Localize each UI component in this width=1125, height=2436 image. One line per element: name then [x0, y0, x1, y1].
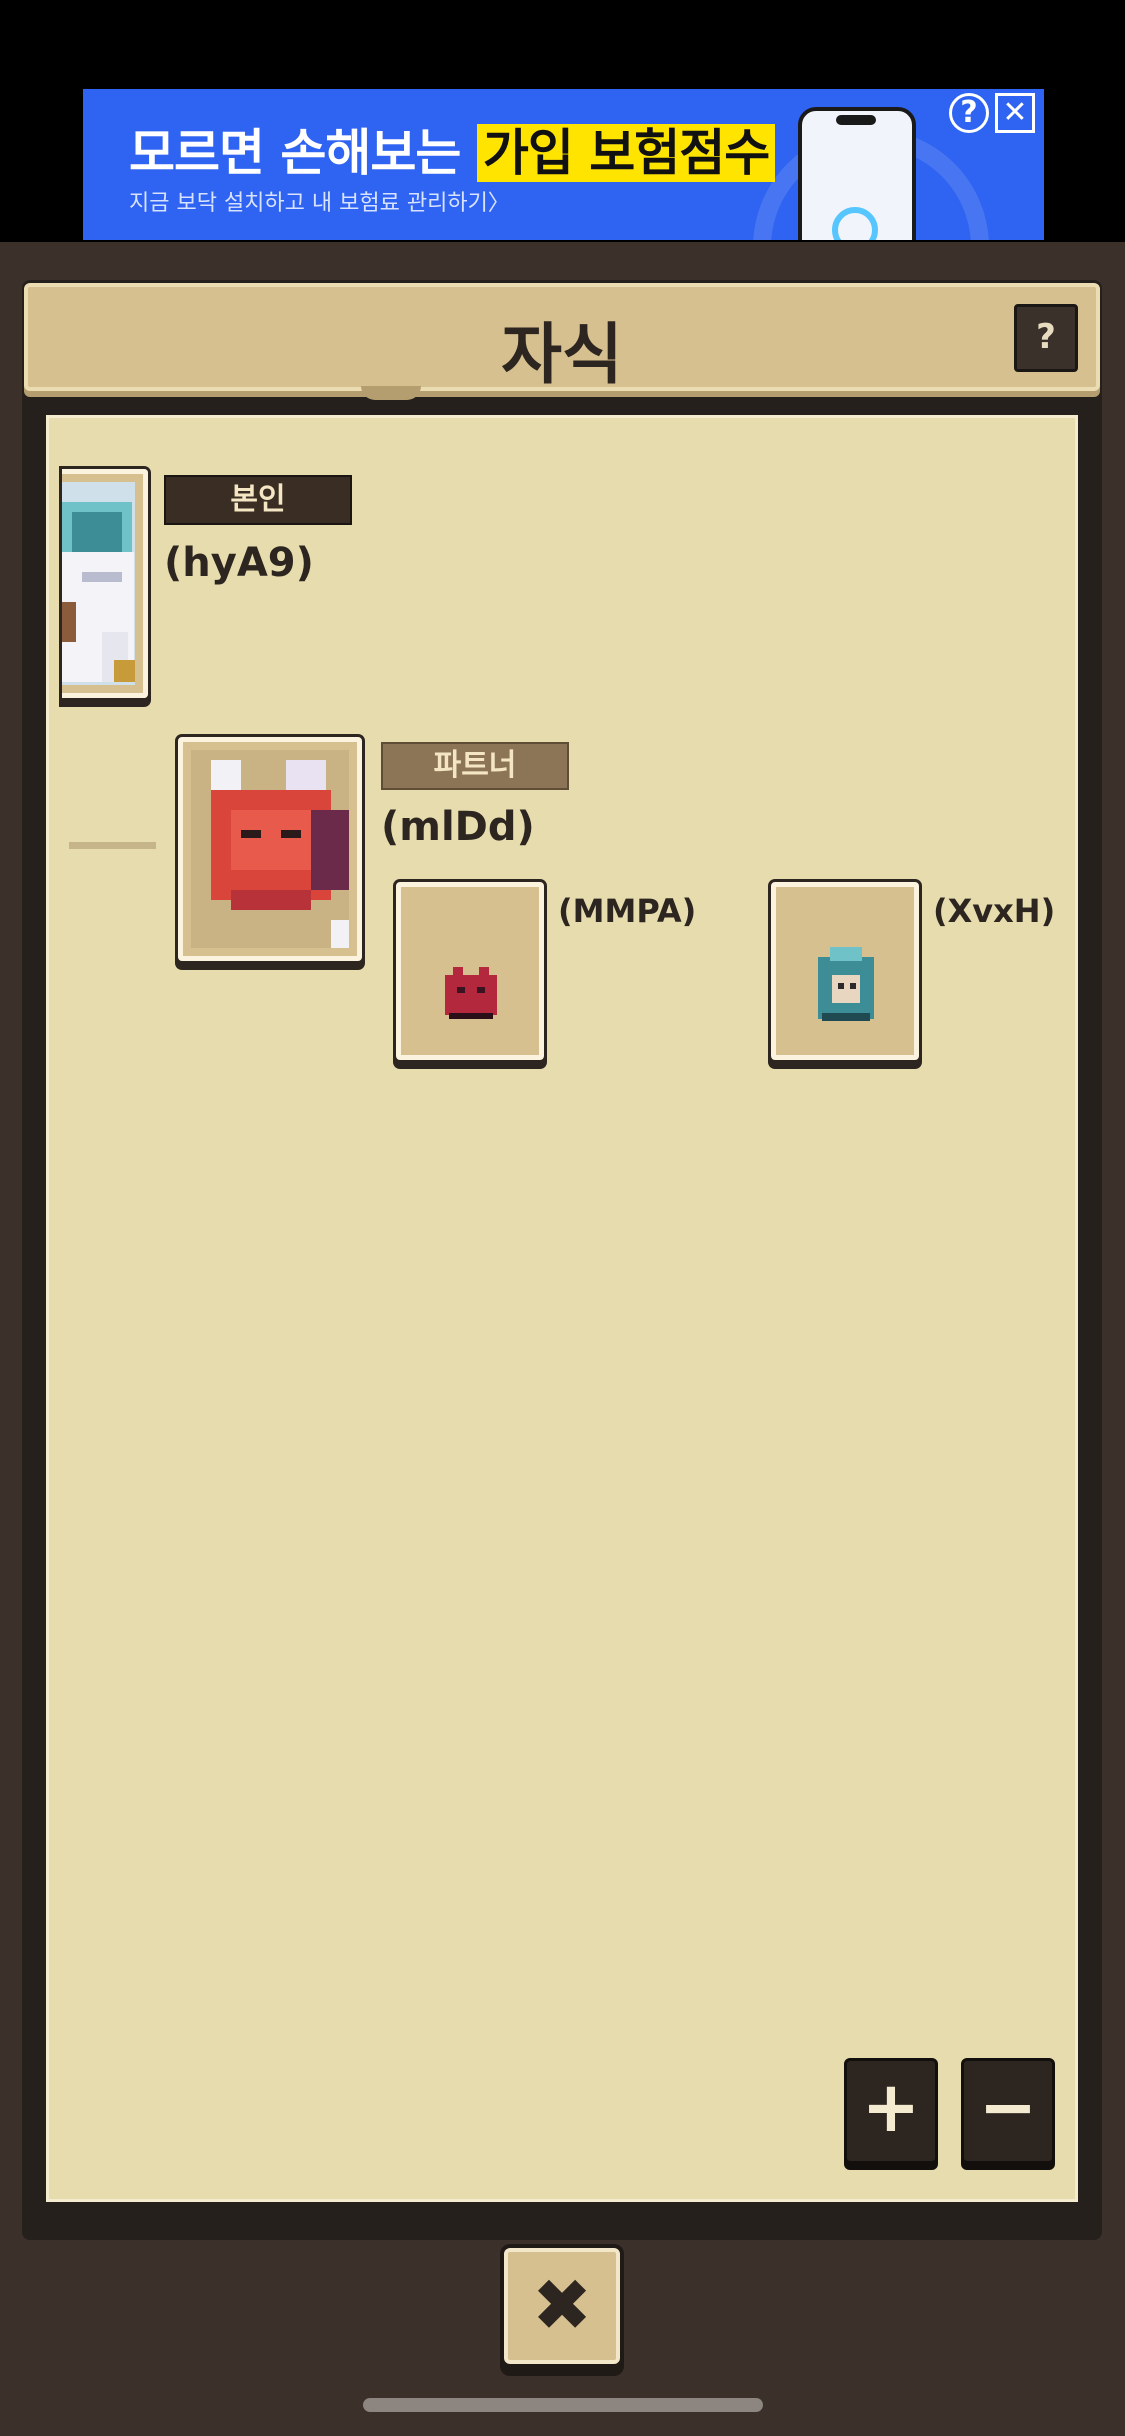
child-name-2: (XvxH)	[933, 892, 1056, 930]
partner-portrait-card[interactable]	[178, 737, 362, 961]
page-title: 자식	[501, 316, 623, 393]
ad-title-highlight: 가입 보험점수	[476, 124, 776, 182]
self-portrait	[62, 482, 135, 685]
ad-title: 모르면 손해보는 가입 보험점수	[129, 113, 776, 185]
ad-banner[interactable]: 모르면 손해보는 가입 보험점수 지금 보닥 설치하고 내 보험료 관리하기〉 …	[83, 89, 1044, 240]
ad-info-icon[interactable]: ?	[949, 93, 989, 133]
child-portrait-2	[784, 895, 906, 1047]
child-card-1[interactable]	[396, 882, 544, 1060]
zoom-out-button[interactable]: −	[961, 2058, 1055, 2164]
panel-header: 자식	[24, 283, 1100, 393]
self-portrait-card[interactable]	[62, 469, 148, 698]
family-tree-canvas[interactable]	[46, 415, 1078, 2202]
home-indicator[interactable]	[363, 2398, 763, 2412]
child-portrait-1	[409, 895, 531, 1047]
self-name: (hyA9)	[164, 540, 314, 586]
ad-phone-image	[798, 107, 916, 240]
help-button[interactable]: ?	[1014, 304, 1078, 372]
tree-connector	[69, 842, 156, 849]
close-button[interactable]: ✖	[504, 2248, 620, 2364]
zoom-in-button[interactable]: +	[844, 2058, 938, 2164]
minus-icon: −	[978, 2066, 1038, 2148]
child-card-2[interactable]	[771, 882, 919, 1060]
self-tag: 본인	[164, 475, 352, 525]
partner-tag: 파트너	[381, 742, 569, 790]
header-notch	[361, 386, 421, 400]
plus-icon: +	[861, 2066, 921, 2148]
ad-close-icon[interactable]: ✕	[995, 93, 1035, 133]
ad-title-prefix: 모르면 손해보는	[129, 124, 477, 182]
ad-subtitle: 지금 보닥 설치하고 내 보험료 관리하기〉	[129, 191, 510, 216]
partner-name: (mlDd)	[381, 804, 535, 850]
child-name-1: (MMPA)	[558, 892, 697, 930]
partner-portrait	[191, 750, 349, 948]
